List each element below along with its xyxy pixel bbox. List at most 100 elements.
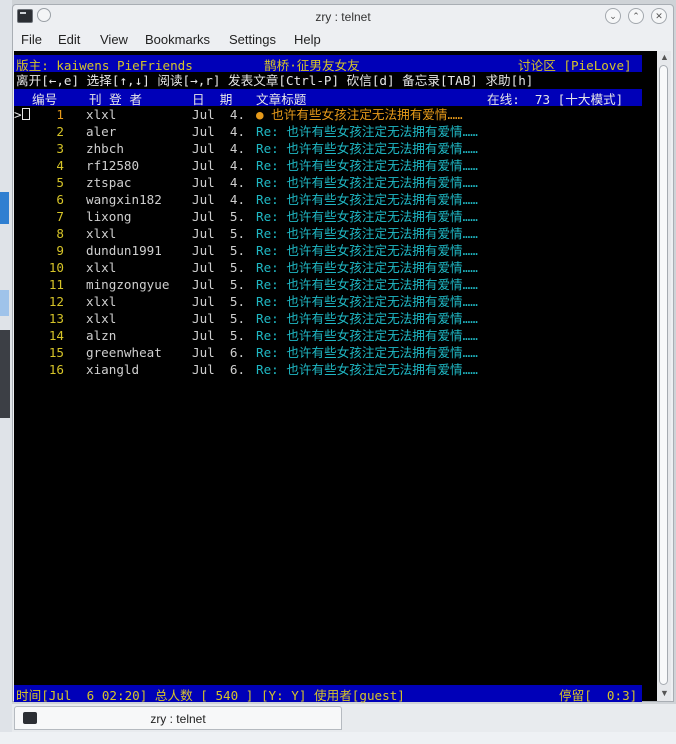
post-date: Jul 5. <box>192 243 246 258</box>
post-title: Re: 也许有些女孩注定无法拥有爱情…… <box>256 141 478 156</box>
menu-edit[interactable]: Edit <box>58 32 80 47</box>
scroll-down-icon[interactable]: ▼ <box>660 688 669 698</box>
board-area: 讨论区 [PieLove] <box>518 58 632 73</box>
post-author: xlxl <box>86 226 117 241</box>
post-row[interactable]: 9 dundun1991 Jul 5. Re: 也许有些女孩注定无法拥有爱情…… <box>14 242 642 259</box>
post-title: Re: 也许有些女孩注定无法拥有爱情…… <box>256 175 478 190</box>
post-row[interactable]: 8 xlxl Jul 5. Re: 也许有些女孩注定无法拥有爱情…… <box>14 225 642 242</box>
post-number: 8 <box>56 226 64 241</box>
keys-help: 离开[←,e] 选择[↑,↓] 阅读[→,r] 发表文章[Ctrl-P] 砍信[… <box>14 72 533 89</box>
post-author: wangxin182 <box>86 192 162 207</box>
terminal-screen[interactable]: 版主: kaiwens PieFriends 鹊桥·征男友女友 讨论区 [Pie… <box>14 51 658 703</box>
post-author: xlxl <box>86 311 117 326</box>
post-row[interactable]: 13 xlxl Jul 5. Re: 也许有些女孩注定无法拥有爱情…… <box>14 310 642 327</box>
post-title: Re: 也许有些女孩注定无法拥有爱情…… <box>256 277 478 292</box>
post-row[interactable]: 5 ztspac Jul 4. Re: 也许有些女孩注定无法拥有爱情…… <box>14 174 642 191</box>
post-row[interactable]: 16 xiangld Jul 6. Re: 也许有些女孩注定无法拥有爱情…… <box>14 361 642 378</box>
post-row[interactable]: 11 mingzongyue Jul 5. Re: 也许有些女孩注定无法拥有爱情…… <box>14 276 642 293</box>
post-author: rf12580 <box>86 158 140 173</box>
post-row[interactable]: 15 greenwheat Jul 6. Re: 也许有些女孩注定无法拥有爱情…… <box>14 344 642 361</box>
post-date: Jul 5. <box>192 209 246 224</box>
post-number: 3 <box>56 141 64 156</box>
status-bar: 时间[Jul 6 02:20] 总人数 [ 540 ] [Y: Y] 使用者[g… <box>14 685 642 703</box>
keys-help-text: 离开[←,e] 选择[↑,↓] 阅读[→,r] 发表文章[Ctrl-P] 砍信[… <box>16 73 534 88</box>
post-number: 1 <box>56 107 64 122</box>
post-author: dundun1991 <box>86 243 162 258</box>
session-tab-label: zry : telnet <box>150 712 206 726</box>
scroll-thumb[interactable] <box>659 65 668 685</box>
terminal-window: zry : telnet ⌄ ⌃ ✕ File Edit View Bookma… <box>12 4 674 703</box>
post-row[interactable]: 14 alzn Jul 5. Re: 也许有些女孩注定无法拥有爱情…… <box>14 327 642 344</box>
post-row[interactable]: 7 lixong Jul 5. Re: 也许有些女孩注定无法拥有爱情…… <box>14 208 642 225</box>
post-author: greenwheat <box>86 345 162 360</box>
window-title: zry : telnet <box>315 10 371 24</box>
post-title: Re: 也许有些女孩注定无法拥有爱情…… <box>256 362 478 377</box>
post-author: zhbch <box>86 141 124 156</box>
text-cursor <box>21 108 30 120</box>
post-author: xiangld <box>86 362 140 377</box>
post-date: Jul 4. <box>192 192 246 207</box>
menu-view[interactable]: View <box>100 32 128 47</box>
post-date: Jul 5. <box>192 226 246 241</box>
close-button[interactable]: ✕ <box>651 8 667 24</box>
post-title: Re: 也许有些女孩注定无法拥有爱情…… <box>256 158 478 173</box>
post-number: 7 <box>56 209 64 224</box>
post-author: xlxl <box>86 260 117 275</box>
desktop-background <box>0 732 676 744</box>
post-row[interactable]: 2 aler Jul 4. Re: 也许有些女孩注定无法拥有爱情…… <box>14 123 642 140</box>
post-date: Jul 5. <box>192 311 246 326</box>
post-author: lixong <box>86 209 132 224</box>
post-title: ● 也许有些女孩注定无法拥有爱情…… <box>256 107 463 122</box>
post-date: Jul 4. <box>192 175 246 190</box>
post-date: Jul 6. <box>192 345 246 360</box>
status-left: 时间[Jul 6 02:20] 总人数 [ 540 ] [Y: Y] 使用者[g… <box>16 688 405 703</box>
post-number: 11 <box>48 277 64 292</box>
post-row[interactable]: >1 xlxl Jul 4. ● 也许有些女孩注定无法拥有爱情…… <box>14 106 642 123</box>
post-number: 16 <box>48 362 64 377</box>
post-number: 12 <box>48 294 64 309</box>
post-title: Re: 也许有些女孩注定无法拥有爱情…… <box>256 243 478 258</box>
post-number: 4 <box>56 158 64 173</box>
post-number: 15 <box>48 345 64 360</box>
post-author: aler <box>86 124 117 139</box>
desktop-widget <box>0 290 9 316</box>
menu-settings[interactable]: Settings <box>229 32 276 47</box>
post-number: 6 <box>56 192 64 207</box>
menu-file[interactable]: File <box>21 32 42 47</box>
post-title: Re: 也许有些女孩注定无法拥有爱情…… <box>256 209 478 224</box>
post-date: Jul 4. <box>192 158 246 173</box>
post-author: alzn <box>86 328 117 343</box>
post-number: 13 <box>48 311 64 326</box>
maximize-button[interactable]: ⌃ <box>628 8 644 24</box>
post-date: Jul 6. <box>192 362 246 377</box>
post-row[interactable]: 10 xlxl Jul 5. Re: 也许有些女孩注定无法拥有爱情…… <box>14 259 642 276</box>
scroll-up-icon[interactable]: ▲ <box>660 52 669 62</box>
post-row[interactable]: 3 zhbch Jul 4. Re: 也许有些女孩注定无法拥有爱情…… <box>14 140 642 157</box>
post-number: 5 <box>56 175 64 190</box>
post-number: 2 <box>56 124 64 139</box>
minimize-button[interactable]: ⌄ <box>605 8 621 24</box>
post-number: 14 <box>48 328 64 343</box>
menu-bookmarks[interactable]: Bookmarks <box>145 32 210 47</box>
session-tab-bar: zry : telnet <box>12 704 676 732</box>
post-author: xlxl <box>86 107 117 122</box>
selection-marker: > <box>14 107 22 122</box>
column-header: 编号 刊 登 者 日 期 文章标题 在线: 73 [十大模式] <box>14 89 642 107</box>
post-row[interactable]: 12 xlxl Jul 5. Re: 也许有些女孩注定无法拥有爱情…… <box>14 293 642 310</box>
post-row[interactable]: 4 rf12580 Jul 4. Re: 也许有些女孩注定无法拥有爱情…… <box>14 157 642 174</box>
menu-bar: File Edit View Bookmarks Settings Help <box>13 29 673 51</box>
post-title: Re: 也许有些女孩注定无法拥有爱情…… <box>256 345 478 360</box>
post-title: Re: 也许有些女孩注定无法拥有爱情…… <box>256 226 478 241</box>
scrollbar[interactable]: ▲ ▼ <box>657 51 671 701</box>
post-number: 9 <box>56 243 64 258</box>
post-row[interactable]: 6 wangxin182 Jul 4. Re: 也许有些女孩注定无法拥有爱情…… <box>14 191 642 208</box>
post-date: Jul 5. <box>192 260 246 275</box>
post-title: Re: 也许有些女孩注定无法拥有爱情…… <box>256 260 478 275</box>
post-date: Jul 5. <box>192 328 246 343</box>
post-title: Re: 也许有些女孩注定无法拥有爱情…… <box>256 124 478 139</box>
post-author: ztspac <box>86 175 132 190</box>
window-titlebar[interactable]: zry : telnet ⌄ ⌃ ✕ <box>13 5 673 29</box>
post-date: Jul 4. <box>192 107 246 122</box>
menu-help[interactable]: Help <box>294 32 321 47</box>
session-tab[interactable]: zry : telnet <box>14 706 342 730</box>
